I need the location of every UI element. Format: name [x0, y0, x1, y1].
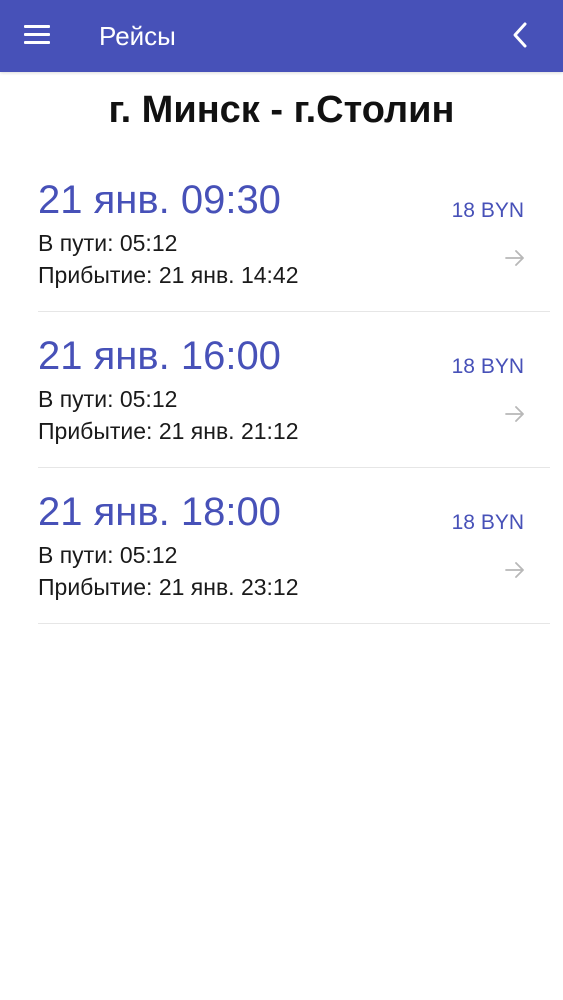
trip-price: 18 BYN — [451, 199, 524, 222]
trip-arrival: Прибытие: 21 янв. 21:12 — [38, 418, 299, 444]
trip-list: 21 янв. 09:30 В пути: 05:12 Прибытие: 21… — [38, 156, 550, 624]
trip-item[interactable]: 21 янв. 09:30 В пути: 05:12 Прибытие: 21… — [38, 156, 550, 312]
route-title: г. Минск - г.Столин — [108, 89, 455, 131]
trip-price: 18 BYN — [451, 355, 524, 378]
app-title: Рейсы — [99, 21, 176, 51]
chevron-left-icon[interactable] — [506, 18, 536, 52]
trip-item[interactable]: 21 янв. 16:00 В пути: 05:12 Прибытие: 21… — [38, 312, 550, 468]
trip-departure-time: 21 янв. 09:30 — [38, 178, 281, 222]
trip-duration: В пути: 05:12 — [38, 542, 178, 568]
arrow-right-icon — [505, 406, 524, 422]
arrow-right-icon — [505, 562, 524, 578]
menu-icon-line — [24, 33, 50, 36]
trip-item[interactable]: 21 янв. 18:00 В пути: 05:12 Прибытие: 21… — [38, 468, 550, 624]
trip-departure-time: 21 янв. 18:00 — [38, 490, 281, 534]
menu-icon-line — [24, 41, 50, 44]
trip-duration: В пути: 05:12 — [38, 386, 178, 412]
trip-duration: В пути: 05:12 — [38, 230, 178, 256]
app-bar: Рейсы — [0, 0, 563, 72]
menu-icon-line — [24, 25, 50, 28]
trip-price: 18 BYN — [451, 511, 524, 534]
arrow-right-icon — [505, 250, 524, 266]
chevron-left-icon-svg — [513, 22, 527, 48]
trip-arrival: Прибытие: 21 янв. 23:12 — [38, 574, 299, 600]
trip-arrival: Прибытие: 21 янв. 14:42 — [38, 262, 299, 288]
hamburger-menu-icon[interactable] — [24, 25, 50, 45]
trip-departure-time: 21 янв. 16:00 — [38, 334, 281, 378]
